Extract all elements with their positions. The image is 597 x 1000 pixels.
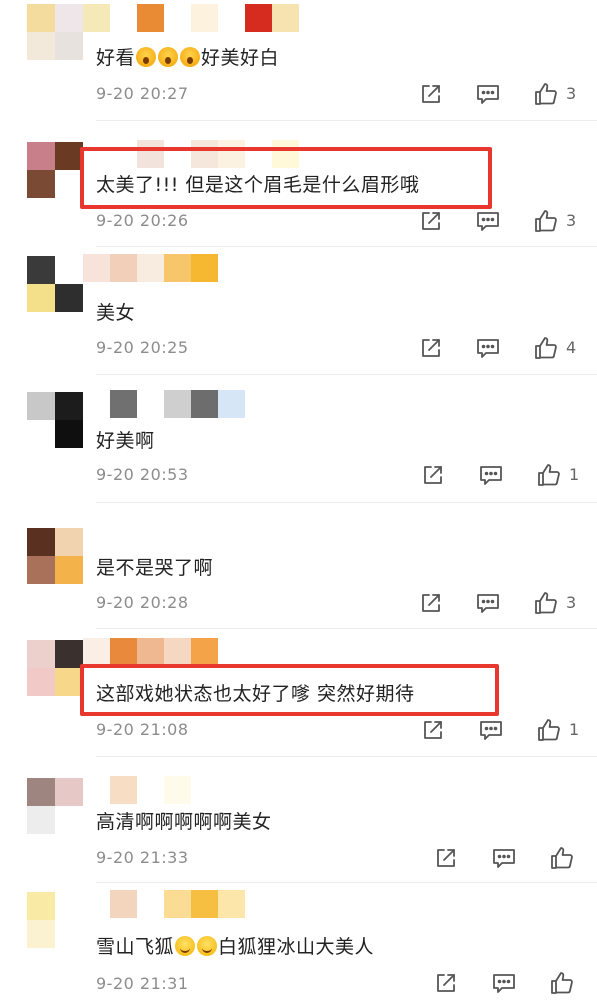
comment-icon[interactable] xyxy=(475,81,501,107)
comment-text: 美女 xyxy=(96,302,136,324)
comment-icon[interactable] xyxy=(475,208,501,234)
username-pixelated[interactable] xyxy=(83,390,299,418)
like-count: 3 xyxy=(566,211,577,230)
comment-text: 好美啊 xyxy=(96,430,155,452)
divider xyxy=(96,882,597,883)
comment-icon[interactable] xyxy=(478,462,504,488)
like-count: 1 xyxy=(569,720,580,739)
comment-icon[interactable] xyxy=(491,845,517,871)
comment-time: 9-20 21:08 xyxy=(96,720,189,739)
thumbs-up-icon[interactable] xyxy=(533,208,559,234)
username-pixelated[interactable] xyxy=(83,890,299,918)
smiling-face-emoji xyxy=(197,936,218,956)
smiling-face-emoji xyxy=(175,936,196,956)
comment-text: 雪山飞狐 白狐狸冰山大美人 xyxy=(96,936,375,958)
like-count: 3 xyxy=(566,593,577,612)
divider xyxy=(96,120,597,121)
avatar[interactable] xyxy=(27,142,83,198)
share-icon[interactable] xyxy=(418,208,444,234)
share-icon[interactable] xyxy=(433,845,459,871)
screaming-face-emoji xyxy=(180,47,201,67)
username-pixelated[interactable] xyxy=(83,4,299,32)
comment-time: 9-20 20:27 xyxy=(96,84,189,103)
thumbs-up-icon[interactable] xyxy=(536,717,562,743)
avatar[interactable] xyxy=(27,640,83,696)
thumbs-up-icon[interactable] xyxy=(549,970,575,996)
comment-time: 9-20 20:53 xyxy=(96,465,189,484)
comment-time: 9-20 20:28 xyxy=(96,593,189,612)
username-pixelated[interactable] xyxy=(83,254,299,282)
avatar[interactable] xyxy=(27,892,83,948)
avatar[interactable] xyxy=(27,778,83,834)
comment-text: 太美了!!! 但是这个眉毛是什么眉形哦 xyxy=(96,174,420,196)
screaming-face-emoji xyxy=(158,47,179,67)
like-count: 3 xyxy=(566,84,577,103)
divider xyxy=(96,628,597,629)
avatar[interactable] xyxy=(27,4,83,60)
comment-time: 9-20 20:25 xyxy=(96,338,189,357)
comment-icon[interactable] xyxy=(475,335,501,361)
screaming-face-emoji xyxy=(136,47,157,67)
share-icon[interactable] xyxy=(420,717,446,743)
share-icon[interactable] xyxy=(418,590,444,616)
comment-time: 9-20 21:31 xyxy=(96,974,189,993)
comment-icon[interactable] xyxy=(478,717,504,743)
share-icon[interactable] xyxy=(418,335,444,361)
comment-time: 9-20 21:33 xyxy=(96,848,189,867)
thumbs-up-icon[interactable] xyxy=(533,335,559,361)
share-icon[interactable] xyxy=(420,462,446,488)
divider xyxy=(96,756,597,757)
comment-text: 是不是哭了啊 xyxy=(96,557,214,579)
comment-icon[interactable] xyxy=(475,590,501,616)
divider xyxy=(96,502,597,503)
comment-text: 这部戏她状态也太好了嗲 突然好期待 xyxy=(96,683,415,705)
comment-text: 高清啊啊啊啊啊美女 xyxy=(96,811,272,833)
avatar[interactable] xyxy=(27,528,83,584)
thumbs-up-icon[interactable] xyxy=(533,81,559,107)
username-pixelated[interactable] xyxy=(83,776,299,804)
avatar[interactable] xyxy=(27,256,83,312)
avatar[interactable] xyxy=(27,392,83,448)
comment-time: 9-20 20:26 xyxy=(96,211,189,230)
comment-text: 好看 好美好白 xyxy=(96,47,280,69)
divider xyxy=(96,374,597,375)
divider xyxy=(96,246,597,247)
like-count: 4 xyxy=(566,338,577,357)
comment-icon[interactable] xyxy=(491,970,517,996)
username-pixelated[interactable] xyxy=(83,638,299,666)
thumbs-up-icon[interactable] xyxy=(549,845,575,871)
thumbs-up-icon[interactable] xyxy=(533,590,559,616)
share-icon[interactable] xyxy=(418,81,444,107)
thumbs-up-icon[interactable] xyxy=(536,462,562,488)
like-count: 1 xyxy=(569,465,580,484)
share-icon[interactable] xyxy=(433,970,459,996)
